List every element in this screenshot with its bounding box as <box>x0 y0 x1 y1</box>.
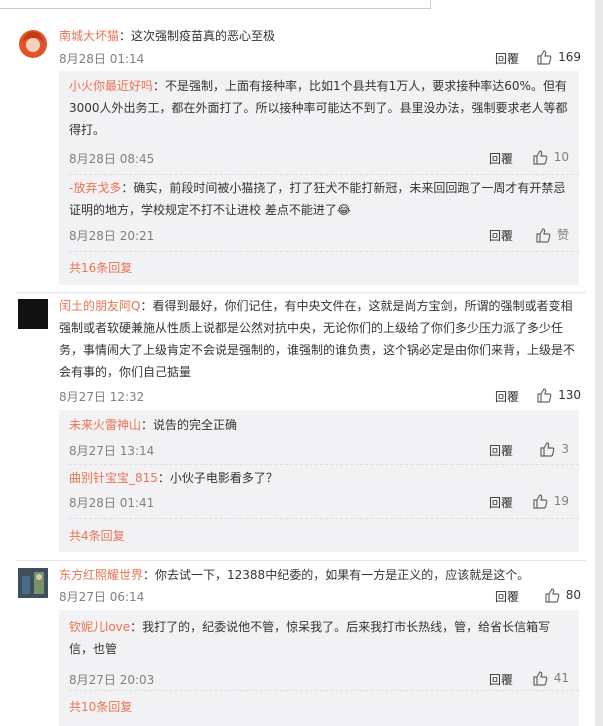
more-replies-link[interactable]: 共10条回复 <box>69 698 132 715</box>
comment-time: 8月28日 01:14 <box>59 52 145 66</box>
reply-meta: 8月28日 01:41 回覆 19 <box>69 494 569 512</box>
thumbs-up-icon <box>537 50 552 65</box>
comment-username[interactable]: 东方红照耀世界 <box>59 568 143 582</box>
reply-username[interactable]: 曲别针宝宝_815 <box>69 471 158 485</box>
reply-time: 8月27日 13:14 <box>69 444 155 458</box>
reply-username[interactable]: 小火你最近好吗 <box>69 79 153 93</box>
thumbs-up-icon <box>533 150 548 165</box>
divider <box>69 690 579 691</box>
reply-time: 8月28日 01:41 <box>69 496 155 510</box>
like-button[interactable]: 130 <box>536 387 581 403</box>
more-replies-link[interactable]: 共4条回复 <box>69 527 125 544</box>
divider <box>69 174 579 175</box>
reply-meta: 8月28日 08:45 回覆 10 <box>69 150 569 168</box>
like-button[interactable]: 3 <box>539 441 569 457</box>
like-button[interactable]: 80 <box>544 587 581 603</box>
more-replies-link[interactable]: 共16条回复 <box>69 259 132 276</box>
reply-list: 未来火雷神山：说告的完全正确 8月27日 13:14 回覆 3 曲别针宝宝_81… <box>59 410 579 552</box>
reply-text: 钦妮儿love：我打了的，纪委说他不管，惊呆我了。后来我打市长热线，管，给省长信… <box>69 620 551 656</box>
reply-item: 未来火雷神山：说告的完全正确 8月27日 13:14 回覆 3 <box>69 414 569 464</box>
reply-item: 钦妮儿love：我打了的，纪委说他不管，惊呆我了。后来我打市长热线，管，给省长信… <box>69 616 569 688</box>
divider <box>69 251 579 252</box>
comment-text: 南城大坏猫：这次强制疫苗真的恶心至极 <box>59 29 276 43</box>
comment-meta: 8月28日 01:14 回覆 169 <box>59 50 581 68</box>
reply-button[interactable]: 回覆 <box>495 50 519 67</box>
like-count: 10 <box>553 150 569 164</box>
avatar[interactable] <box>18 29 48 59</box>
reply-meta: 8月27日 20:03 回覆 41 <box>69 671 569 689</box>
comment-page: 南城大坏猫：这次强制疫苗真的恶心至极 8月28日 01:14 回覆 169 小火… <box>0 0 595 726</box>
reply-username[interactable]: 未来火雷神山 <box>69 418 141 432</box>
like-button[interactable]: 赞 <box>535 226 569 243</box>
reply-meta: 8月27日 13:14 回覆 3 <box>69 442 569 460</box>
reply-username[interactable]: -放弃戈多 <box>69 181 121 195</box>
divider <box>69 518 579 519</box>
divider <box>69 464 579 465</box>
reply-time: 8月27日 20:03 <box>69 673 155 687</box>
thumbs-up-icon <box>533 671 548 686</box>
divider <box>16 292 586 293</box>
reply-text: -放弃戈多：确实，前段时间被小猫挠了，打了狂犬不能打新冠，未来回回跑了一周才有开… <box>69 181 566 217</box>
like-count: 41 <box>553 671 569 685</box>
comment-time: 8月27日 12:32 <box>59 390 145 404</box>
comment-text: 闰土的朋友阿Q：看得到最好，你们记住，有中央文件在，这就是尚方宝剑，所谓的强制或… <box>59 299 576 379</box>
comment-username[interactable]: 闰土的朋友阿Q <box>59 299 140 313</box>
reply-text: 未来火雷神山：说告的完全正确 <box>69 418 238 432</box>
divider <box>16 560 586 561</box>
comment-meta: 8月27日 12:32 回覆 130 <box>59 388 581 406</box>
reply-time: 8月28日 20:21 <box>69 229 155 243</box>
avatar[interactable] <box>18 299 48 329</box>
thumbs-up-icon <box>540 442 555 457</box>
reply-button[interactable]: 回覆 <box>489 671 513 688</box>
reply-list: 小火你最近好吗：不是强制，上面有接种率，比如1个县共有1万人，要求接种率达60%… <box>59 71 579 285</box>
like-count: 80 <box>565 588 581 602</box>
reply-list: 钦妮儿love：我打了的，纪委说他不管，惊呆我了。后来我打市长热线，管，给省长信… <box>59 610 579 726</box>
reply-item: 曲别针宝宝_815：小伙子电影看多了？ 8月28日 01:41 回覆 19 <box>69 467 569 517</box>
thumbs-up-icon <box>545 588 560 603</box>
like-count: 169 <box>558 50 581 64</box>
reply-text: 小火你最近好吗：不是强制，上面有接种率，比如1个县共有1万人，要求接种率达60%… <box>69 79 568 137</box>
reply-meta: 8月28日 20:21 回覆 赞 <box>69 227 569 245</box>
reply-button[interactable]: 回覆 <box>495 588 519 605</box>
reply-button[interactable]: 回覆 <box>489 494 513 511</box>
comment-username[interactable]: 南城大坏猫 <box>59 29 119 43</box>
like-count: 赞 <box>556 228 569 242</box>
reply-username[interactable]: 钦妮儿love <box>69 620 130 634</box>
like-count: 130 <box>558 388 581 402</box>
scrollbar[interactable] <box>595 0 603 726</box>
reply-button[interactable]: 回覆 <box>489 227 513 244</box>
reply-button[interactable]: 回覆 <box>495 388 519 405</box>
reply-button[interactable]: 回覆 <box>489 442 513 459</box>
comment-meta: 8月27日 06:14 回覆 80 <box>59 588 581 606</box>
thumbs-up-icon <box>533 494 548 509</box>
reply-text: 曲别针宝宝_815：小伙子电影看多了？ <box>69 471 278 485</box>
reply-time: 8月28日 08:45 <box>69 152 155 166</box>
reply-button[interactable]: 回覆 <box>489 150 513 167</box>
like-count: 3 <box>561 442 569 456</box>
thumbs-up-icon <box>537 388 552 403</box>
thumbs-up-icon <box>536 227 551 243</box>
comment-text: 东方红照耀世界：你去试一下，12388中纪委的，如果有一方是正义的，应该就是这个… <box>59 568 530 582</box>
reply-item: -放弃戈多：确实，前段时间被小猫挠了，打了狂犬不能打新冠，未来回回跑了一周才有开… <box>69 177 569 247</box>
like-button[interactable]: 41 <box>532 670 569 686</box>
comment-time: 8月27日 06:14 <box>59 590 145 604</box>
reply-item: 小火你最近好吗：不是强制，上面有接种率，比如1个县共有1万人，要求接种率达60%… <box>69 75 569 175</box>
like-button[interactable]: 169 <box>536 49 581 65</box>
like-button[interactable]: 19 <box>532 493 569 509</box>
like-button[interactable]: 10 <box>532 149 569 165</box>
top-input-box[interactable] <box>0 0 431 9</box>
like-count: 19 <box>553 494 569 508</box>
avatar[interactable] <box>18 568 48 598</box>
